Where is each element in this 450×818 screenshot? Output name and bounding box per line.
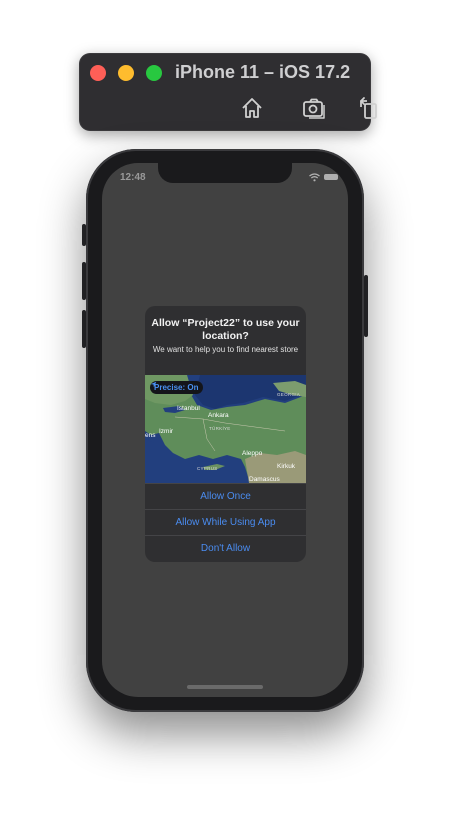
map-label-ankara: Ankara: [208, 412, 229, 419]
wifi-icon: [309, 173, 320, 182]
minimize-window-button[interactable]: [118, 65, 134, 81]
map-label-ens: ens: [145, 432, 156, 439]
map-label-izmir: Izmir: [159, 428, 174, 435]
alert-message: We want to help you to find nearest stor…: [152, 345, 299, 354]
map-label-damascus: Damascus: [249, 476, 280, 483]
location-map[interactable]: Istanbul Ankara Izmir ens TÜRKİYE GEORGI…: [145, 375, 306, 483]
close-window-button[interactable]: [90, 65, 106, 81]
home-indicator: [187, 685, 263, 689]
map-label-georgia: GEORGIA: [277, 392, 301, 397]
device-screen: 12:48 Allow “Project22” to use your loca…: [102, 163, 348, 697]
window-title: iPhone 11 – iOS 17.2: [175, 62, 351, 82]
precise-label: Precise: On: [154, 383, 199, 392]
allow-while-using-app-button[interactable]: Allow While Using App: [145, 509, 306, 535]
map-label-kirkuk: Kirkuk: [277, 463, 296, 470]
location-arrow-icon: [150, 381, 157, 388]
screenshot-icon[interactable]: [301, 95, 327, 121]
alert-title: Allow “Project22” to use your location?: [151, 317, 300, 342]
side-button: [364, 275, 368, 337]
precise-toggle[interactable]: Precise: On: [150, 381, 204, 394]
simulator-toolbar: iPhone 11 – iOS 17.2: [79, 53, 377, 131]
map-label-turkiye: TÜRKİYE: [209, 426, 231, 431]
dont-allow-button[interactable]: Don't Allow: [145, 535, 306, 561]
status-time: 12:48: [120, 172, 146, 183]
map-label-istanbul: Istanbul: [177, 405, 200, 412]
home-icon[interactable]: [239, 95, 265, 121]
location-permission-alert: Allow “Project22” to use your location? …: [145, 306, 306, 562]
allow-once-button[interactable]: Allow Once: [145, 483, 306, 509]
zoom-window-button[interactable]: [146, 65, 162, 81]
notch: [158, 163, 292, 183]
rotate-icon[interactable]: [356, 95, 382, 121]
battery-icon: [324, 174, 338, 180]
map-label-cyprus: CYPRUS: [197, 466, 218, 471]
map-label-aleppo: Aleppo: [242, 450, 263, 457]
